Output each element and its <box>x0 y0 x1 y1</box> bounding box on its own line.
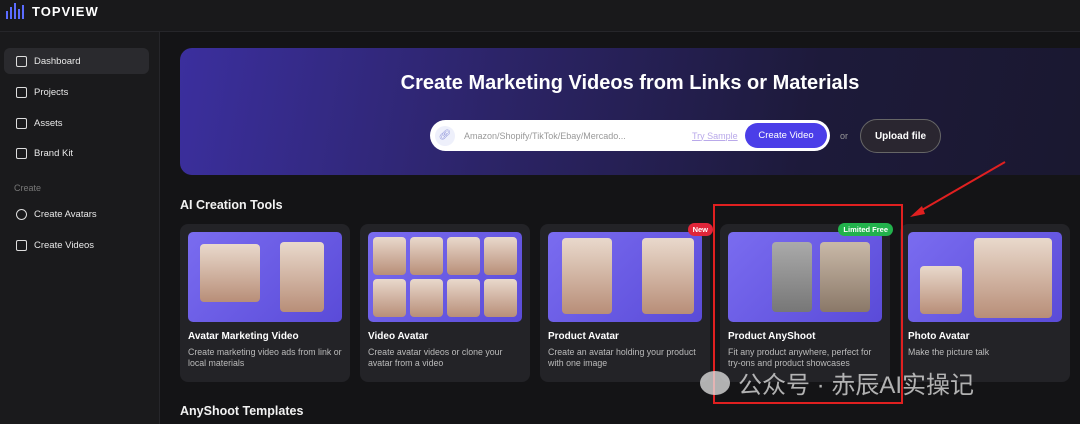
watermark: 公众号 · 赤辰AI实操记 <box>700 365 974 400</box>
watermark-text: 公众号 · 赤辰AI实操记 <box>738 372 975 399</box>
wechat-icon <box>700 370 730 395</box>
annotation-arrow-icon <box>910 161 1006 217</box>
